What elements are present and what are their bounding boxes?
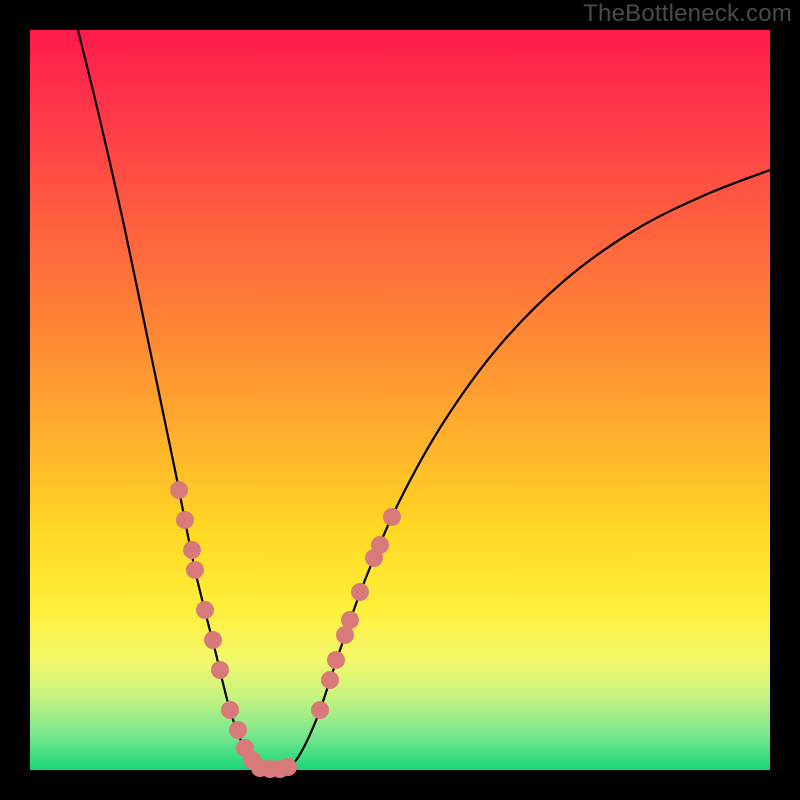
left-marker-band-dot (211, 661, 229, 679)
right-marker-band-dot (383, 508, 401, 526)
right-marker-band-dot (311, 701, 329, 719)
markers-layer (170, 481, 401, 778)
main-curve (78, 30, 770, 770)
right-marker-band-dot (341, 611, 359, 629)
left-marker-band-dot (176, 511, 194, 529)
left-marker-band-dot (183, 541, 201, 559)
right-marker-band-dot (351, 583, 369, 601)
curve-layer (78, 30, 770, 770)
left-marker-band-dot (204, 631, 222, 649)
left-marker-band-dot (186, 561, 204, 579)
plot-area (30, 30, 770, 770)
left-marker-band-dot (229, 721, 247, 739)
right-marker-band-dot (371, 536, 389, 554)
right-marker-band-dot (327, 651, 345, 669)
chart-frame: TheBottleneck.com (0, 0, 800, 800)
right-marker-band-dot (321, 671, 339, 689)
left-marker-band-dot (221, 701, 239, 719)
watermark-text: TheBottleneck.com (583, 0, 792, 28)
left-marker-band-dot (170, 481, 188, 499)
left-marker-band-dot (196, 601, 214, 619)
chart-svg (30, 30, 770, 770)
valley-markers-dot (279, 758, 297, 776)
